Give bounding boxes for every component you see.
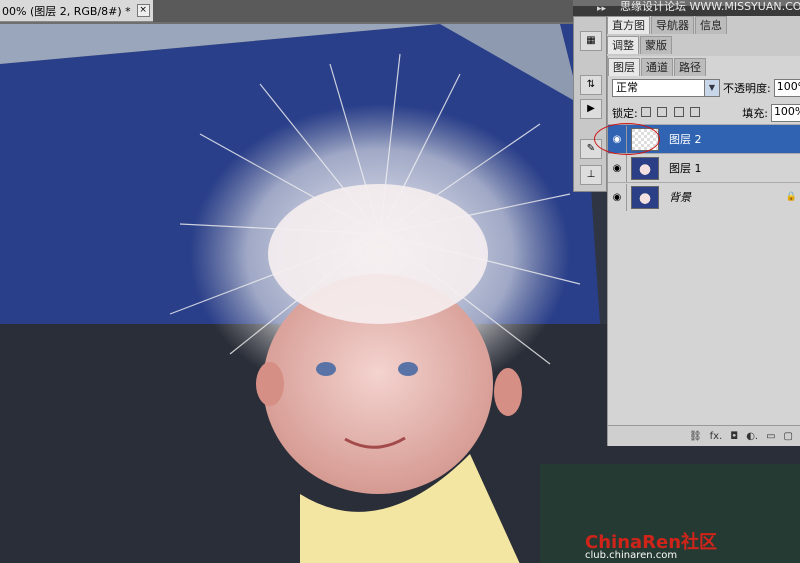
layer-thumbnail	[631, 156, 659, 180]
blend-row: 正常 ▼ 不透明度: 100%	[612, 78, 800, 98]
top-panels: 直方图 导航器 信息 调整 蒙版	[607, 16, 800, 56]
eye-icon[interactable]: ◉	[608, 154, 627, 182]
opacity-label: 不透明度:	[723, 82, 771, 95]
adjust-tabs: 调整 蒙版	[607, 36, 673, 54]
adjustment-icon[interactable]: ◐.	[746, 431, 758, 442]
link-icon[interactable]: ⛓	[689, 431, 702, 442]
layer-name[interactable]: 背景	[669, 189, 691, 205]
layers-bottom-bar: ⛓ fx. ◘ ◐. ▭ ▢	[608, 425, 800, 446]
opacity-input[interactable]: 100%	[773, 79, 800, 97]
close-icon[interactable]: ×	[136, 4, 150, 17]
adjust-icon[interactable]: ⇅	[580, 75, 602, 95]
watermark-sub: club.chinaren.com	[585, 550, 678, 561]
tab-info[interactable]: 信息	[695, 16, 727, 34]
tab-histogram[interactable]: 直方图	[607, 16, 650, 34]
annotation-circle	[594, 123, 660, 155]
lock-row: 锁定: 填充: 100%	[612, 103, 800, 123]
group-icon[interactable]: ▭	[766, 431, 775, 442]
forum-watermark: 思缘设计论坛 WWW.MISSYUAN.COM	[620, 0, 800, 13]
histogram-icon[interactable]: ▦	[580, 31, 602, 51]
lock-transparent-icon[interactable]	[640, 106, 651, 117]
mask-icon[interactable]: ◘	[730, 431, 738, 442]
new-layer-icon[interactable]: ▢	[784, 431, 793, 442]
tab-paths[interactable]: 路径	[674, 58, 706, 76]
tab-navigator[interactable]: 导航器	[651, 16, 694, 34]
document-title: 00% (图层 2, RGB/8#) *	[2, 4, 131, 18]
tab-layers[interactable]: 图层	[608, 58, 640, 76]
layer-name[interactable]: 图层 2	[669, 131, 702, 147]
lock-move-icon[interactable]	[673, 106, 684, 117]
collapse-icon[interactable]: ▸▸	[597, 4, 606, 14]
blend-mode-value: 正常	[616, 81, 638, 94]
tab-channels[interactable]: 通道	[641, 58, 673, 76]
fill-label: 填充:	[742, 107, 768, 120]
lock-label: 锁定:	[612, 107, 638, 120]
layer-tabs: 图层 通道 路径	[608, 58, 707, 76]
layers-panel: 图层 通道 路径 正常 ▼ 不透明度: 100% 锁定: 填充: 100% ◉ …	[607, 56, 800, 446]
eye-icon[interactable]: ◉	[608, 183, 627, 211]
chinaren-watermark: ChinaRen社区 club.chinaren.com	[585, 528, 717, 561]
fx-icon[interactable]: fx.	[710, 431, 723, 442]
tab-strip	[153, 0, 573, 22]
document-tab[interactable]: 00% (图层 2, RGB/8#) * ×	[0, 0, 153, 22]
lock-all-icon[interactable]	[690, 106, 701, 117]
tab-masks[interactable]: 蒙版	[640, 36, 672, 54]
play-icon[interactable]: ▶	[580, 99, 602, 119]
tab-adjustments[interactable]: 调整	[607, 36, 639, 54]
layer-name[interactable]: 图层 1	[669, 160, 702, 176]
fill-input[interactable]: 100%	[770, 104, 800, 122]
top-tabs: 直方图 导航器 信息	[607, 16, 728, 34]
layer-thumbnail	[631, 185, 659, 209]
chevron-down-icon[interactable]: ▼	[704, 80, 719, 96]
lock-paint-icon[interactable]	[657, 106, 668, 117]
lock-icons	[638, 106, 701, 120]
lock-icon: 🔒	[785, 192, 797, 202]
layer-row-background[interactable]: ◉ 背景 🔒	[608, 182, 800, 211]
layer-row-1[interactable]: ◉ 图层 1	[608, 153, 800, 182]
panel-dock: ▦ ⇅ ▶ ✎ ⊥	[573, 16, 607, 192]
stamp-icon[interactable]: ⊥	[580, 165, 602, 185]
blend-mode-select[interactable]: 正常 ▼	[612, 79, 720, 97]
